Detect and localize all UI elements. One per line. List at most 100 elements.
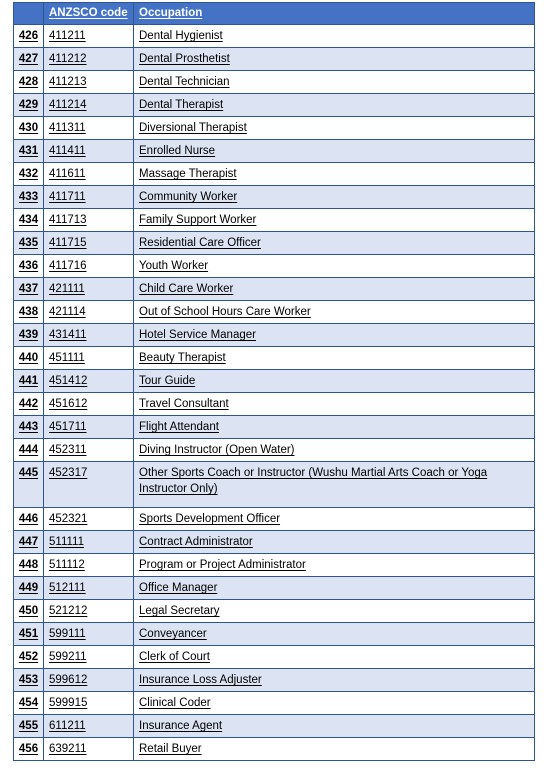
occupation-cell: Residential Care Officer: [133, 231, 535, 255]
occupation-cell: Travel Consultant: [133, 392, 535, 416]
occupation-cell: Dental Prosthetist: [133, 47, 535, 71]
occupation-cell: Youth Worker: [133, 254, 535, 278]
anzsco-code-cell: 411715: [43, 231, 134, 255]
anzsco-code-cell: 511112: [43, 553, 134, 577]
table-row[interactable]: 437 421111 Child Care Worker: [13, 277, 535, 301]
row-index-cell: 456: [13, 737, 44, 761]
row-index-cell: 427: [13, 47, 44, 71]
occupation-value: Travel Consultant: [139, 398, 229, 410]
anzsco-code-value: 451612: [49, 398, 88, 410]
table-row[interactable]: 430 411311 Diversional Therapist: [13, 116, 535, 140]
table-row[interactable]: 435 411715 Residential Care Officer: [13, 231, 535, 255]
anzsco-code-cell: 599211: [43, 645, 134, 669]
anzsco-code-value: 411411: [49, 145, 86, 157]
table-row[interactable]: 436 411716 Youth Worker: [13, 254, 535, 278]
occupation-cell: Legal Secretary: [133, 599, 535, 623]
occupation-value: Office Manager: [139, 582, 218, 594]
occupation-value: Clinical Coder: [139, 697, 211, 709]
row-index-cell: 437: [13, 277, 44, 301]
occupation-value: Retail Buyer: [139, 743, 202, 755]
anzsco-code-cell: 411716: [43, 254, 134, 278]
anzsco-code-cell: 411411: [43, 139, 134, 163]
occupation-cell: Conveyancer: [133, 622, 535, 646]
anzsco-code-cell: 452317: [43, 461, 134, 508]
table-row[interactable]: 456 639211 Retail Buyer: [13, 737, 535, 761]
table-row[interactable]: 450 521212 Legal Secretary: [13, 599, 535, 623]
occupation-cell: Retail Buyer: [133, 737, 535, 761]
table-row[interactable]: 453 599612 Insurance Loss Adjuster: [13, 668, 535, 692]
row-index-cell: 449: [13, 576, 44, 600]
row-index-cell: 448: [13, 553, 44, 577]
occupation-value: Enrolled Nurse: [139, 145, 216, 157]
row-index-cell: 445: [13, 461, 44, 508]
anzsco-code-value: 639211: [49, 743, 87, 755]
table-row[interactable]: 444 452311 Diving Instructor (Open Water): [13, 438, 535, 462]
table-row[interactable]: 447 511111 Contract Administrator: [13, 530, 535, 554]
anzsco-code-cell: 451111: [43, 346, 134, 370]
table-row[interactable]: 443 451711 Flight Attendant: [13, 415, 535, 439]
occupation-cell: Hotel Service Manager: [133, 323, 535, 347]
row-index-value: 447: [18, 536, 39, 548]
table-row[interactable]: 449 512111 Office Manager: [13, 576, 535, 600]
table-row[interactable]: 434 411713 Family Support Worker: [13, 208, 535, 232]
table-row[interactable]: 433 411711 Community Worker: [13, 185, 535, 209]
table-row[interactable]: 440 451111 Beauty Therapist: [13, 346, 535, 370]
occupation-value: Community Worker: [139, 191, 238, 203]
table-row[interactable]: 448 511112 Program or Project Administrato…: [13, 553, 535, 577]
occupation-value: Dental Technician: [139, 76, 230, 88]
table-row[interactable]: 451 599111 Conveyancer: [13, 622, 535, 646]
table-row[interactable]: 427 411212 Dental Prosthetist: [13, 47, 535, 71]
row-index-cell: 453: [13, 668, 44, 692]
anzsco-code-value: 512111: [49, 582, 86, 594]
table-row[interactable]: 442 451612 Travel Consultant: [13, 392, 535, 416]
table-row[interactable]: 446 452321 Sports Development Officer: [13, 507, 535, 531]
anzsco-code-cell: 411214: [43, 93, 134, 117]
row-index-cell: 432: [13, 162, 44, 186]
anzsco-code-cell: 411311: [43, 116, 134, 140]
occupation-value: Diversional Therapist: [139, 122, 247, 134]
row-index-cell: 450: [13, 599, 44, 623]
occupation-value: Residential Care Officer: [139, 237, 261, 249]
table-row[interactable]: 445 452317 Other Sports Coach or Instructo…: [13, 461, 535, 508]
document-page: ANZSCO code Occupation 426 411211 Dental H…: [0, 0, 546, 779]
table-row[interactable]: 429 411214 Dental Therapist: [13, 93, 535, 117]
anzsco-code-value: 599612: [49, 674, 88, 686]
anzsco-code-cell: 611211: [43, 714, 134, 738]
row-index-cell: 433: [13, 185, 44, 209]
anzsco-code-cell: 411713: [43, 208, 134, 232]
table-row[interactable]: 428 411213 Dental Technician: [13, 70, 535, 94]
occupation-cell: Enrolled Nurse: [133, 139, 535, 163]
occupation-value: Insurance Agent: [139, 720, 223, 732]
row-index-value: 433: [18, 191, 39, 203]
table-row[interactable]: 432 411611 Massage Therapist: [13, 162, 535, 186]
anzsco-code-value: 431411: [49, 329, 87, 341]
occupation-cell: Community Worker: [133, 185, 535, 209]
table-row[interactable]: 438 421114 Out of School Hours Care Worker: [13, 300, 535, 324]
table-row[interactable]: 455 611211 Insurance Agent: [13, 714, 535, 738]
row-index-value: 445: [18, 467, 39, 479]
table-row[interactable]: 454 599915 Clinical Coder: [13, 691, 535, 715]
table-row[interactable]: 441 451412 Tour Guide: [13, 369, 535, 393]
column-header-anzsco-code-label: ANZSCO code: [49, 7, 128, 19]
row-index-cell: 451: [13, 622, 44, 646]
table-row[interactable]: 439 431411 Hotel Service Manager: [13, 323, 535, 347]
occupation-cell: Flight Attendant: [133, 415, 535, 439]
row-index-value: 426: [18, 30, 39, 42]
anzsco-code-value: 411713: [49, 214, 87, 226]
table-row[interactable]: 452 599211 Clerk of Court: [13, 645, 535, 669]
occupation-value: Youth Worker: [139, 260, 209, 272]
row-index-value: 446: [18, 513, 39, 525]
occupation-cell: Insurance Agent: [133, 714, 535, 738]
row-index-cell: 435: [13, 231, 44, 255]
row-index-cell: 431: [13, 139, 44, 163]
row-index-cell: 429: [13, 93, 44, 117]
table-row[interactable]: 426 411211 Dental Hygienist: [13, 24, 535, 48]
row-index-value: 432: [18, 168, 39, 180]
row-index-value: 456: [18, 743, 39, 755]
row-index-cell: 426: [13, 24, 44, 48]
anzsco-code-cell: 411711: [43, 185, 134, 209]
row-index-cell: 436: [13, 254, 44, 278]
occupation-value: Tour Guide: [139, 375, 196, 387]
table-row[interactable]: 431 411411 Enrolled Nurse: [13, 139, 535, 163]
anzsco-code-value: 451711: [49, 421, 87, 433]
